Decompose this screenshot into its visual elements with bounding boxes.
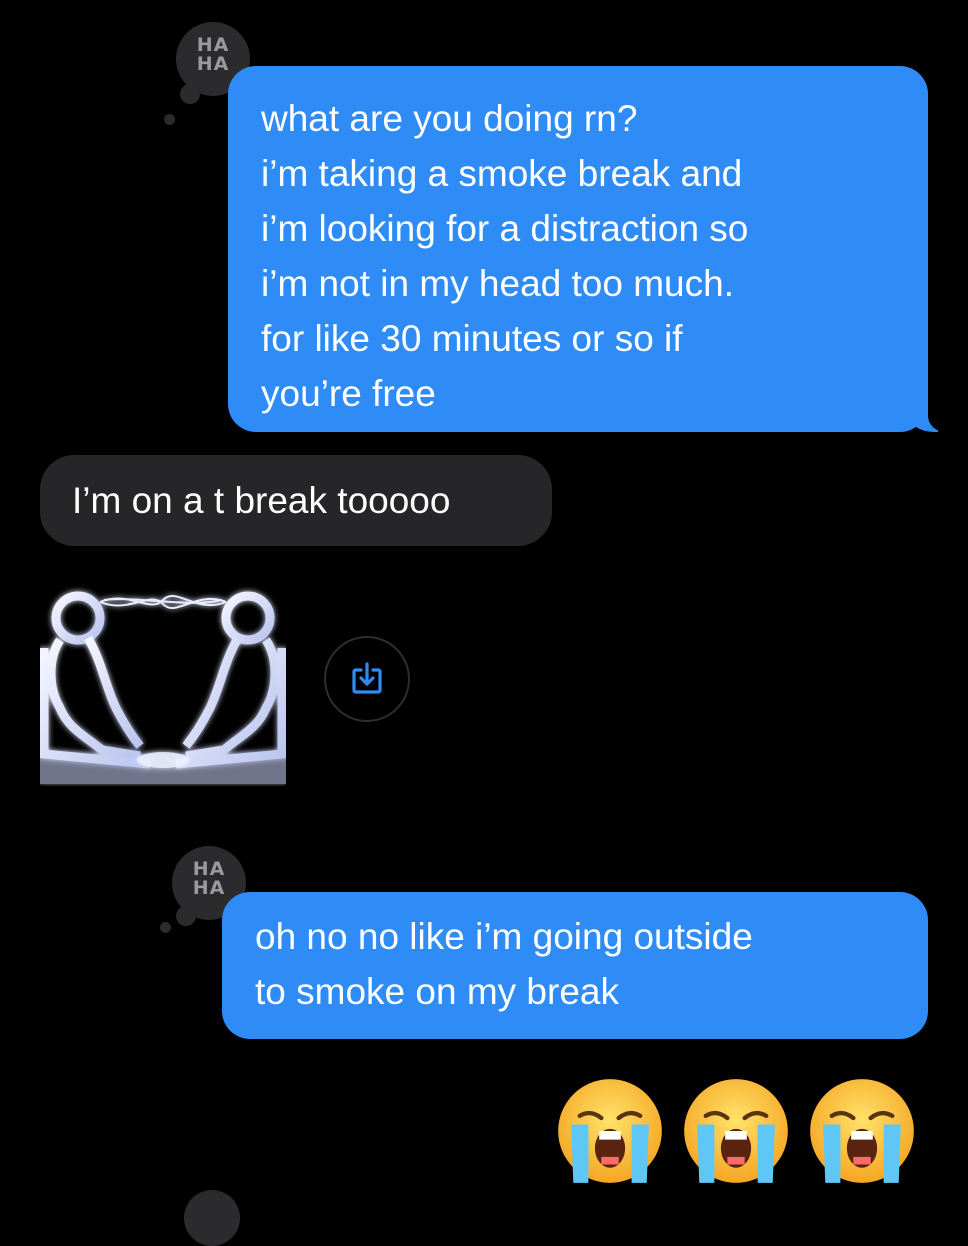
- message-line: what are you doing rn?: [261, 98, 638, 139]
- bubble-tail: [908, 398, 950, 432]
- message-line: i’m looking for a distraction so: [261, 208, 749, 249]
- message-line: oh no no like i’m going outside: [255, 916, 753, 957]
- message-text: I’m on a t break tooooo: [72, 480, 451, 521]
- sent-message-1[interactable]: what are you doing rn? i’m taking a smok…: [228, 66, 950, 432]
- message-line: to smoke on my break: [255, 971, 619, 1012]
- loudly-crying-face-emoji[interactable]: [808, 1077, 916, 1185]
- haha-icon: HA HA: [192, 858, 226, 899]
- square-arrow-down-icon: [352, 662, 382, 694]
- loudly-crying-face-emoji[interactable]: [682, 1077, 790, 1185]
- partial-tapback: [184, 1190, 240, 1246]
- loudly-crying-face-emoji[interactable]: [556, 1077, 664, 1185]
- message-line: you’re free: [261, 373, 436, 414]
- save-image-button[interactable]: [324, 636, 410, 722]
- sent-message-2[interactable]: oh no no like i’m going outside to smoke…: [222, 892, 928, 1039]
- received-message-1[interactable]: I’m on a t break tooooo: [40, 455, 552, 546]
- message-line: i’m not in my head too much.: [261, 263, 734, 304]
- two-figures-image: [39, 578, 287, 786]
- message-line: i’m taking a smoke break and: [261, 153, 743, 194]
- received-image[interactable]: [39, 578, 287, 786]
- message-line: for like 30 minutes or so if: [261, 318, 683, 359]
- haha-icon: HA HA: [196, 34, 230, 75]
